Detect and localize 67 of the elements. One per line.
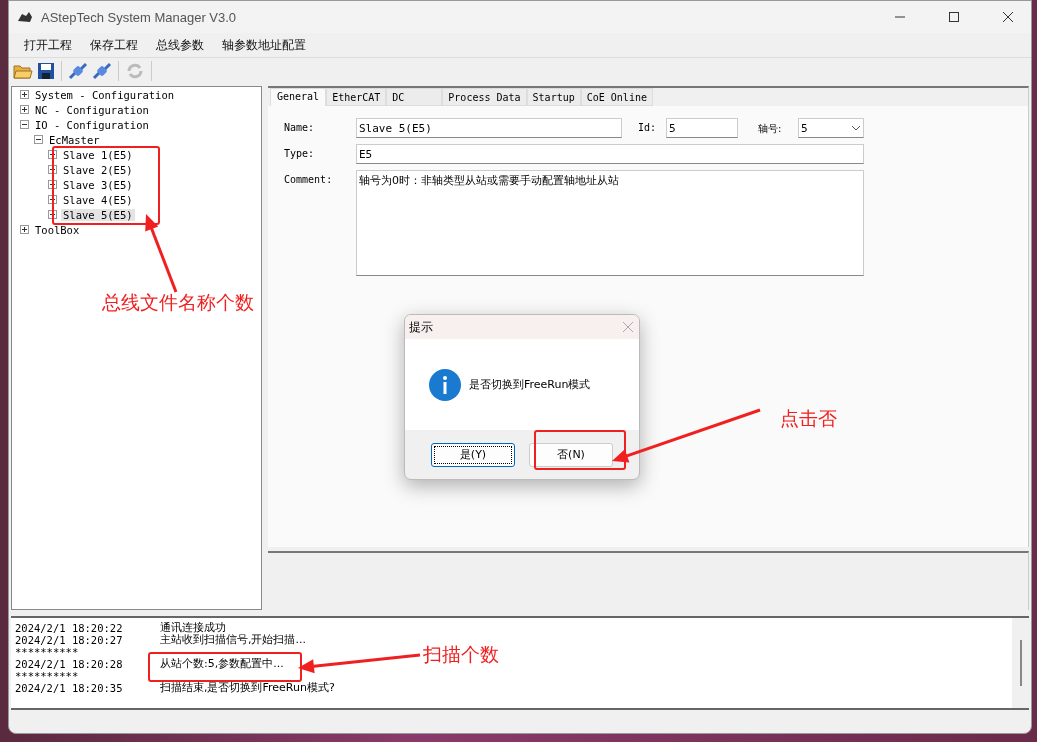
log-message: 主站收到扫描信号,开始扫描...: [160, 634, 306, 646]
disconnect-icon[interactable]: [92, 62, 112, 80]
field-label: Type:: [284, 147, 316, 161]
dialog-button[interactable]: 是(Y): [431, 442, 515, 467]
field-label: Name:: [284, 121, 316, 135]
tab[interactable]: Process Data: [442, 88, 527, 106]
log-time: 2024/2/1 18:20:27: [15, 634, 124, 646]
tab[interactable]: CoE Online: [580, 88, 653, 106]
info-icon: [429, 368, 461, 401]
dialog-button[interactable]: 否(N): [529, 442, 613, 467]
log-separator: **********: [15, 646, 79, 658]
log-time: 2024/2/1 18:20:28: [15, 658, 124, 670]
tab[interactable]: General: [270, 88, 327, 106]
tree-item[interactable]: NC - Configuration: [33, 103, 151, 116]
dropdown[interactable]: 5: [798, 118, 864, 138]
expand-icon[interactable]: [48, 210, 57, 219]
expand-icon[interactable]: [20, 105, 29, 114]
tab[interactable]: Startup: [526, 88, 581, 106]
log-separator: **********: [15, 670, 79, 682]
dialog-title: 提示: [409, 318, 433, 336]
expand-icon[interactable]: [20, 225, 29, 234]
menu-item[interactable]: 总线参数: [147, 34, 213, 56]
maximize-icon[interactable]: [949, 12, 959, 22]
tab[interactable]: EtherCAT: [326, 88, 387, 106]
menu-item[interactable]: 打开工程: [15, 34, 81, 56]
expand-icon[interactable]: [48, 150, 57, 159]
tree-item[interactable]: System - Configuration: [33, 88, 177, 101]
field-label: Comment:: [284, 173, 334, 187]
tree-item[interactable]: Slave 2(E5): [61, 163, 135, 176]
tree-item[interactable]: EcMaster: [47, 133, 102, 146]
log-time: 2024/2/1 18:20:35: [15, 682, 124, 694]
expand-icon[interactable]: [20, 90, 29, 99]
tab[interactable]: DC: [386, 88, 443, 106]
log-message: 通讯连接成功: [160, 622, 226, 634]
expand-icon[interactable]: [48, 180, 57, 189]
log-message: 从站个数:5,参数配置中...: [160, 658, 284, 670]
annotation-text: 点击否: [780, 406, 837, 431]
app-logo-icon: [17, 11, 33, 23]
connect-icon[interactable]: [68, 62, 88, 80]
input-field[interactable]: Slave 5(E5): [356, 118, 622, 138]
log-message: 扫描结束,是否切换到FreeRun模式?: [160, 682, 335, 694]
tree-item[interactable]: ToolBox: [33, 223, 82, 236]
input-field[interactable]: E5: [356, 144, 864, 164]
collapse-icon[interactable]: [20, 120, 29, 129]
menu-item[interactable]: 轴参数地址配置: [213, 34, 315, 56]
tree-item[interactable]: Slave 5(E5): [61, 208, 135, 221]
tree-item[interactable]: Slave 3(E5): [61, 178, 135, 191]
tree-item[interactable]: Slave 4(E5): [61, 193, 135, 206]
field-label: Id:: [637, 121, 658, 135]
expand-icon[interactable]: [48, 195, 57, 204]
text-area[interactable]: 轴号为0时：非轴类型从站或需要手动配置轴地址从站: [356, 170, 864, 276]
annotation-text: 总线文件名称个数: [102, 290, 254, 315]
tree-item[interactable]: Slave 1(E5): [61, 148, 135, 161]
tree-item[interactable]: IO - Configuration: [33, 118, 151, 131]
collapse-icon[interactable]: [34, 135, 43, 144]
close-icon[interactable]: [1003, 12, 1013, 22]
menu-item[interactable]: 保存工程: [81, 34, 147, 56]
expand-icon[interactable]: [48, 165, 57, 174]
field-label: 轴号:: [757, 122, 783, 136]
caret-icon: [851, 125, 861, 131]
annotation-text: 扫描个数: [423, 642, 499, 667]
save-icon[interactable]: [37, 62, 55, 80]
dialog-message: 是否切换到FreeRun模式: [469, 377, 591, 392]
input-field[interactable]: 5: [666, 118, 738, 138]
window-title: AStepTech System Manager V3.0: [41, 9, 238, 25]
log-time: 2024/2/1 18:20:22: [15, 622, 124, 634]
scrollbar[interactable]: [1012, 618, 1029, 708]
